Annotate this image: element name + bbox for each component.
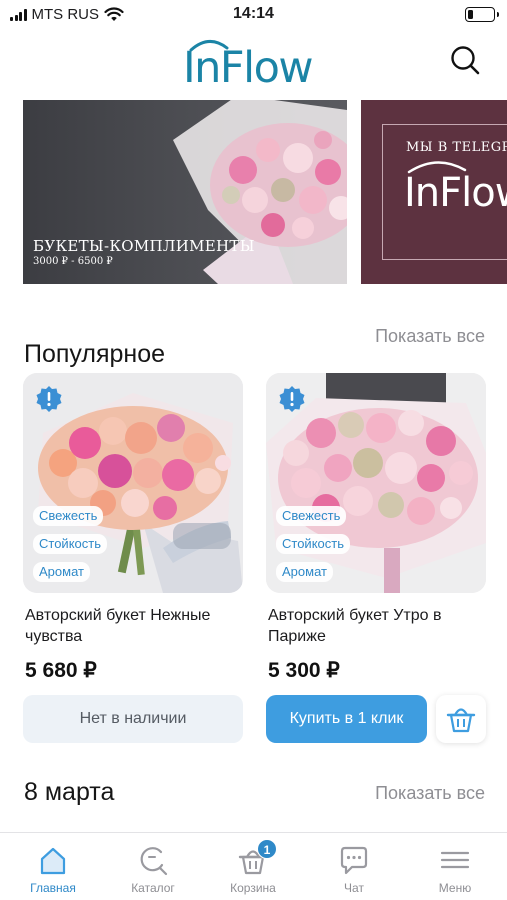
nav-item-cart[interactable]: 1 Корзина — [213, 839, 293, 895]
logo[interactable]: InFlow — [183, 38, 328, 93]
cart-count-badge: 1 — [257, 839, 277, 859]
popular-show-all-link[interactable]: Показать все — [375, 326, 485, 347]
tag-durability: Стойкость — [276, 534, 350, 554]
tag-aroma: Аромат — [276, 562, 333, 582]
nav-label-catalog: Каталог — [131, 881, 175, 895]
app-header: InFlow — [0, 30, 507, 98]
product-name[interactable]: Авторский букет Нежные чувства — [25, 605, 245, 647]
exclamation-badge-icon — [279, 386, 305, 412]
popular-section-title: Популярное — [24, 340, 166, 368]
nav-label-menu: Меню — [438, 881, 472, 895]
product-tags: Свежесть Стойкость Аромат — [276, 506, 350, 582]
tag-freshness: Свежесть — [33, 506, 104, 526]
march8-section-title: 8 марта — [24, 778, 115, 806]
search-icon[interactable] — [449, 44, 481, 76]
banner-title: БУКЕТЫ-КОМПЛИМЕНТЫ — [33, 237, 255, 255]
out-of-stock-button[interactable]: Нет в наличии — [23, 695, 243, 743]
product-image[interactable]: Свежесть Стойкость Аромат — [266, 373, 486, 593]
march8-show-all-link[interactable]: Показать все — [375, 783, 485, 804]
nav-label-home: Главная — [30, 881, 76, 895]
status-time: 14:14 — [233, 5, 274, 22]
telegram-logo-text: InFlow — [404, 170, 507, 216]
chat-icon — [340, 846, 368, 875]
status-bar: MTS RUS 14:14 — [0, 0, 507, 30]
logo-text: InFlow — [183, 43, 314, 93]
tag-durability: Стойкость — [33, 534, 107, 554]
bottom-nav: Главная Каталог 1 Корзина Чат Меню — [0, 832, 507, 900]
tag-aroma: Аромат — [33, 562, 90, 582]
product-name[interactable]: Авторский букет Утро в Париже — [268, 605, 488, 647]
product-price: 5 300 ₽ — [268, 659, 340, 682]
nav-item-home[interactable]: Главная — [13, 843, 93, 895]
telegram-title: МЫ В TELEGRAM — [406, 140, 507, 155]
buy-one-click-button[interactable]: Купить в 1 клик — [266, 695, 427, 743]
home-icon — [40, 847, 66, 875]
nav-label-chat: Чат — [344, 881, 364, 895]
basket-icon — [446, 708, 476, 733]
banner-bouquets[interactable]: БУКЕТЫ-КОМПЛИМЕНТЫ 3000 ₽ - 6500 ₽ — [23, 100, 347, 284]
banner-price: 3000 ₽ - 6500 ₽ — [33, 256, 113, 267]
menu-icon — [440, 851, 470, 869]
product-image[interactable]: Свежесть Стойкость Аромат — [23, 373, 243, 593]
catalog-search-icon — [140, 847, 168, 876]
battery-icon — [465, 7, 499, 22]
nav-item-menu[interactable]: Меню — [415, 843, 495, 895]
nav-item-chat[interactable]: Чат — [314, 843, 394, 895]
product-price: 5 680 ₽ — [25, 659, 97, 682]
add-to-cart-button[interactable] — [436, 695, 486, 743]
battery-fill — [468, 10, 474, 19]
nav-label-cart: Корзина — [230, 881, 276, 895]
cart-icon-wrap: 1 — [235, 839, 277, 877]
product-tags: Свежесть Стойкость Аромат — [33, 506, 107, 582]
nav-item-catalog[interactable]: Каталог — [113, 843, 193, 895]
banner-telegram[interactable]: МЫ В TELEGRAM InFlow — [361, 100, 507, 284]
tag-freshness: Свежесть — [276, 506, 347, 526]
exclamation-badge-icon — [36, 386, 62, 412]
